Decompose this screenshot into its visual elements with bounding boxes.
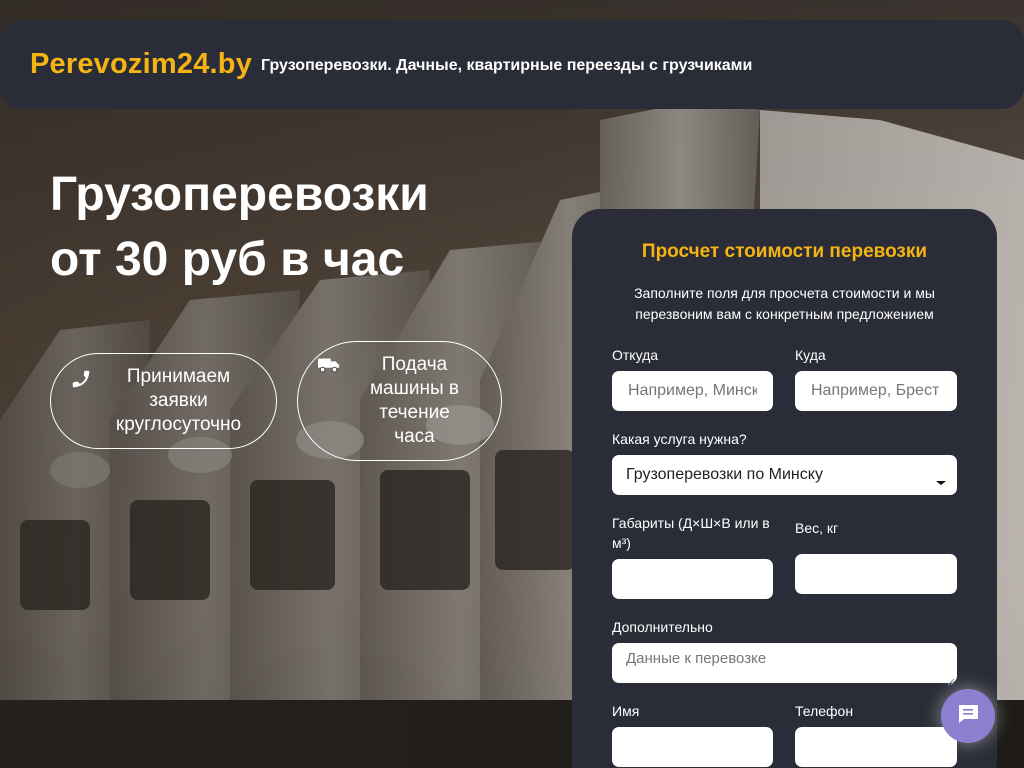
form-title: Просчет стоимости перевозки [641, 241, 928, 262]
service-select[interactable]: Грузоперевозки по Минску [612, 455, 957, 495]
phone-input[interactable] [795, 727, 957, 767]
site-logo[interactable]: Perevozim24.by [30, 48, 252, 81]
feature-text: Подача машины в течение часа [369, 354, 459, 447]
site-header: Perevozim24.by Грузоперевозки. Дачные, к… [0, 20, 1024, 109]
form-subtitle: Заполните поля для просчета стоимости и … [634, 285, 935, 322]
hero-title-line-2: от 30 руб в час [50, 233, 405, 286]
from-input[interactable] [612, 371, 773, 411]
dimensions-input[interactable] [612, 559, 773, 599]
service-label: Какая услуга нужна? [612, 431, 747, 447]
name-label: Имя [612, 703, 640, 719]
name-input[interactable] [612, 727, 773, 767]
chevron-down-icon [935, 473, 947, 491]
hero-title: Грузоперевозки от 30 руб в час [50, 162, 570, 292]
dimensions-label: Габариты (Д×Ш×В или в м³) [612, 515, 770, 551]
feature-round-the-clock: Принимаем заявки круглосуточно [50, 353, 277, 449]
cost-calculator-form: Просчет стоимости перевозки Заполните по… [572, 209, 997, 768]
chat-icon [956, 703, 980, 730]
feature-text: Принимаем заявки круглосуточно [115, 366, 242, 435]
resize-grip-icon[interactable] [947, 673, 955, 691]
site-tagline: Грузоперевозки. Дачные, квартирные перее… [261, 56, 753, 74]
service-selected-value: Грузоперевозки по Минску [626, 466, 823, 483]
extra-textarea[interactable] [612, 643, 957, 683]
to-label: Куда [795, 347, 826, 363]
chat-button[interactable] [941, 689, 995, 743]
from-label: Откуда [612, 347, 659, 363]
to-input[interactable] [795, 371, 957, 411]
hero-title-line-1: Грузоперевозки [50, 168, 429, 221]
truck-icon [318, 356, 340, 381]
phone-label: Телефон [795, 703, 854, 719]
phone-icon [70, 368, 92, 397]
weight-input[interactable] [795, 554, 957, 594]
feature-fast-delivery: Подача машины в течение часа [297, 341, 502, 461]
weight-label: Вес, кг [795, 520, 839, 536]
extra-label: Дополнительно [612, 619, 713, 635]
